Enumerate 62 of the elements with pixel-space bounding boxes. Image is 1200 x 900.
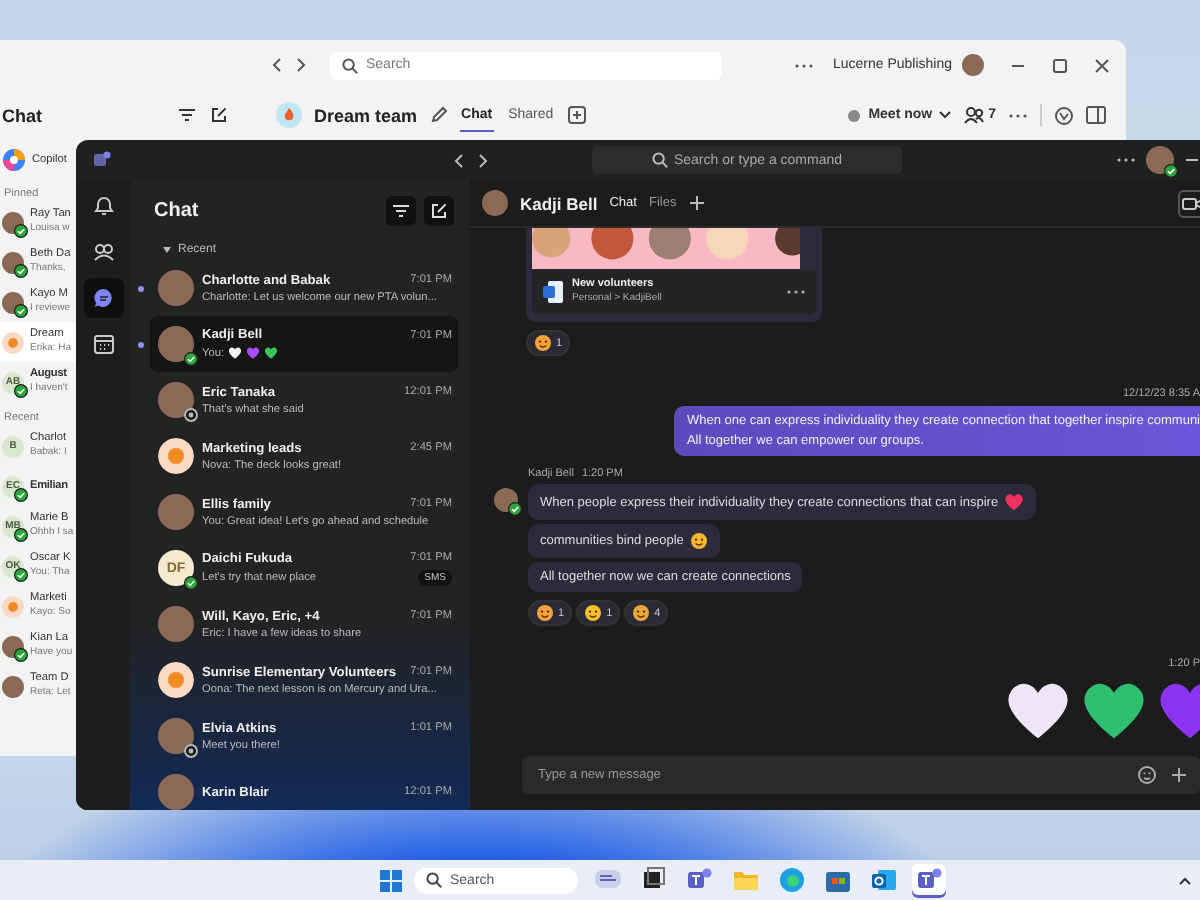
avatar [158,494,194,530]
bell-icon [91,194,115,218]
avatar [158,718,194,754]
folder-icon [731,866,759,894]
teams-icon [915,866,943,894]
avatar [158,382,194,418]
panel-title: Chat [2,105,42,125]
avatar[interactable] [962,54,984,76]
attach-icon[interactable] [1170,766,1188,784]
new-chat-button[interactable] [424,195,454,225]
chevron-up-icon[interactable] [1178,875,1192,885]
task-view-icon [639,866,667,894]
emoji-icon[interactable] [1138,766,1156,784]
video-camera-icon [1182,195,1200,211]
maximize-icon[interactable] [1052,57,1068,73]
group-icon [2,331,24,353]
chevron-down-icon [938,110,953,120]
add-tab-icon[interactable] [567,106,586,124]
avatar [158,270,194,306]
compose-icon[interactable] [210,106,228,124]
people-icon [91,240,115,264]
document-icon [542,280,564,304]
avatar [2,675,24,697]
panel-title: Chat [154,199,199,221]
filter-icon [392,203,410,217]
more-icon[interactable] [1116,156,1136,164]
more-icon[interactable] [1008,111,1028,119]
more-icon[interactable] [786,288,806,296]
pencil-icon[interactable] [429,106,448,124]
avatar [482,190,508,216]
fire-icon [276,102,302,128]
conversation-title: Dream team [314,105,418,125]
teams-icon[interactable] [92,150,112,170]
filter-button[interactable] [386,195,416,225]
close-icon[interactable] [1094,57,1110,73]
caret-down-icon [162,246,172,254]
widgets-icon [593,866,621,894]
avatar [158,326,194,362]
video-call-button[interactable] [1178,189,1200,217]
filter-icon[interactable] [178,108,196,122]
search-icon [342,57,358,73]
group-icon [158,662,194,698]
conversation-title: Kadji Bell [520,193,598,213]
avatar [158,606,194,642]
people-icon [964,106,985,124]
compose-icon [430,201,448,219]
windows-start-icon[interactable] [380,869,402,891]
avatar [158,774,194,810]
chat-icon [91,286,115,310]
add-tab-icon[interactable] [688,194,707,212]
calendar-icon [91,332,115,356]
search-icon [426,872,442,888]
group-icon [158,438,194,474]
browser-icon [777,866,805,894]
side-panel-icon[interactable] [1086,106,1106,124]
group-icon [2,595,24,617]
teams-icon [685,866,713,894]
mail-icon [869,866,897,894]
rail-chat-button[interactable] [83,278,123,318]
search-icon [651,152,668,168]
more-icon[interactable] [794,61,815,69]
store-icon [823,866,851,894]
